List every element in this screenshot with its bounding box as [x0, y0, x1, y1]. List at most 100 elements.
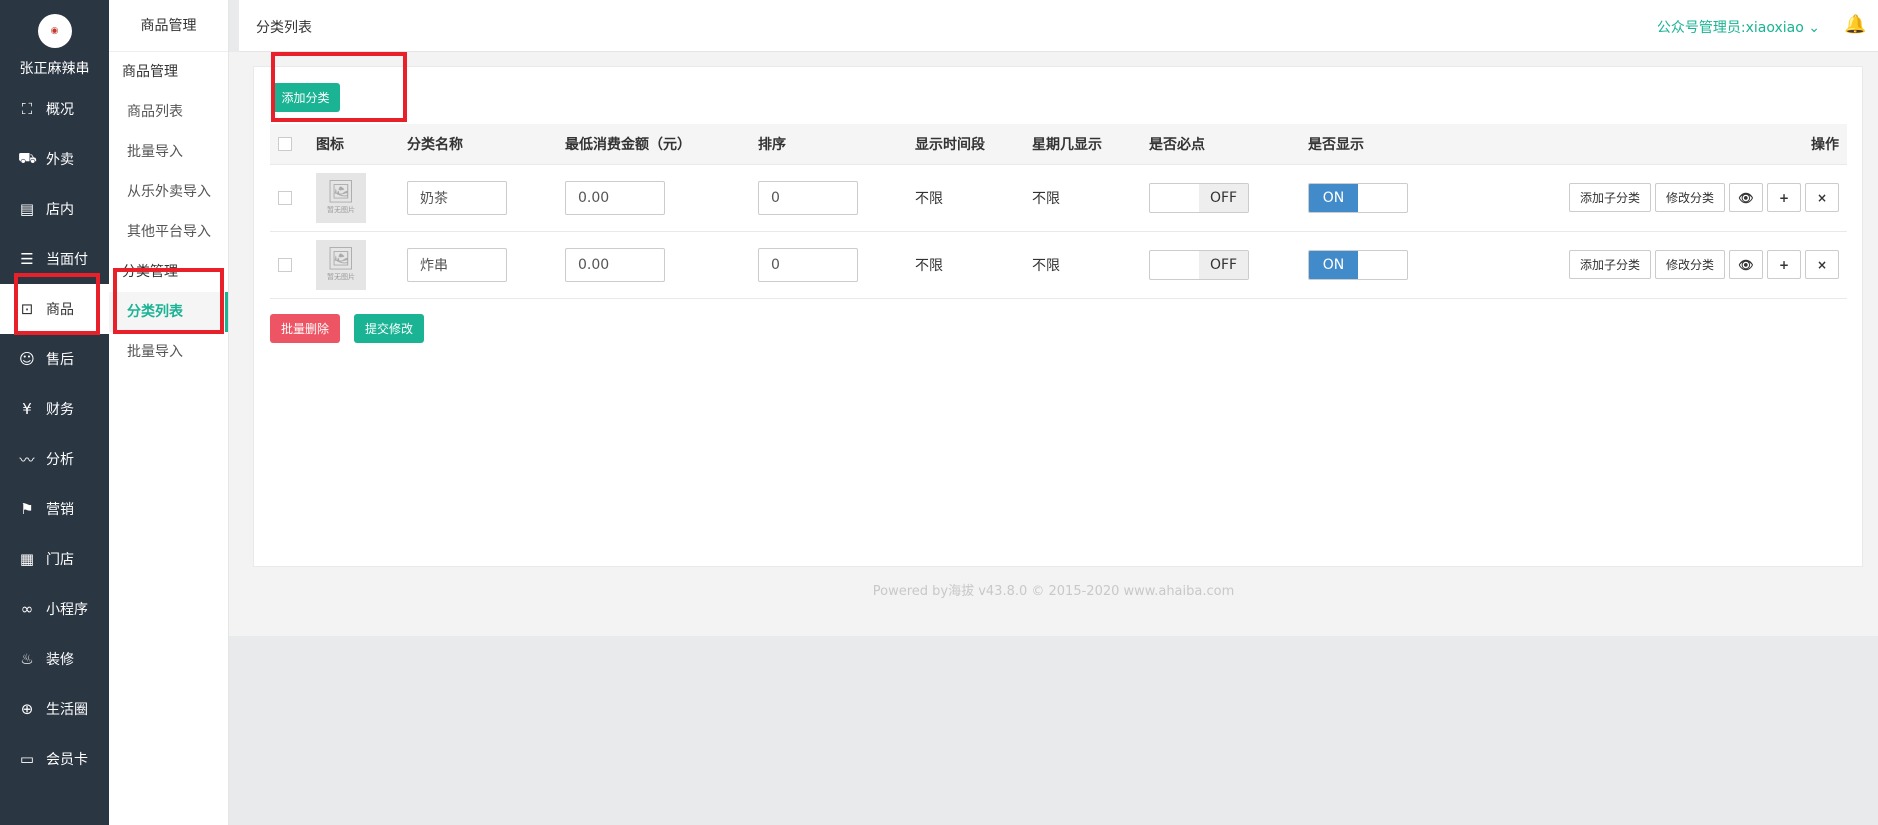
brand: ◉ 张正麻辣串: [0, 0, 109, 84]
subnav-group-category: 分类管理: [122, 264, 178, 280]
toggle-on-label: ON: [1309, 250, 1358, 279]
nav-item-label: 商品: [46, 302, 74, 318]
nav-item-bill[interactable]: ☰ 当面付: [0, 234, 109, 284]
time-range-cell: 不限: [915, 164, 1032, 232]
nav-item-overview[interactable]: ⛶ 概况: [0, 84, 109, 134]
subnav-item-batch-import[interactable]: 批量导入: [109, 132, 228, 172]
nav-item-shop[interactable]: ▦ 门店: [0, 534, 109, 584]
yen-icon: ¥: [22, 400, 32, 418]
bag-icon: ⊡: [20, 300, 34, 318]
row-checkbox[interactable]: [278, 257, 292, 272]
subnav-item-goods-list[interactable]: 商品列表: [109, 92, 228, 132]
category-table: 图标 分类名称 最低消费金额（元） 排序 显示时间段 星期几显示 是否必点 是否…: [270, 124, 1847, 299]
add-subcategory-button[interactable]: 添加子分类: [1568, 183, 1651, 212]
page-title: 分类列表: [256, 20, 312, 36]
plus-icon[interactable]: +: [1767, 250, 1801, 279]
submit-changes-button[interactable]: 提交修改: [354, 314, 424, 343]
nav-item-service[interactable]: ☺ 售后: [0, 334, 109, 384]
eye-icon[interactable]: 👁: [1729, 183, 1763, 212]
sort-input[interactable]: [758, 247, 858, 282]
col-min-amount: 最低消费金额（元）: [565, 124, 758, 165]
card-icon: ▭: [19, 750, 35, 768]
nav-item-label: 生活圈: [46, 702, 88, 718]
toggle-blank: [1150, 251, 1199, 279]
top-header: 分类列表 公众号管理员:xiaoxiao ⌄ 🔔: [239, 0, 1878, 52]
col-sort: 排序: [758, 124, 915, 165]
nav-item-fire[interactable]: ♨ 装修: [0, 634, 109, 684]
add-category-button[interactable]: 添加分类: [271, 83, 340, 112]
subnav-item-category-list[interactable]: 分类列表: [109, 292, 228, 332]
min-amount-input[interactable]: [565, 247, 665, 282]
toggle-blank: [1150, 184, 1199, 212]
nav-item-label: 财务: [46, 402, 74, 418]
plus-icon[interactable]: +: [1767, 183, 1801, 212]
image-placeholder-icon: 🖼: [327, 246, 355, 272]
sort-input[interactable]: [758, 180, 858, 215]
row-checkbox[interactable]: [278, 190, 292, 205]
nav-item-label: 营销: [46, 502, 74, 518]
globe-icon: ⊕: [20, 700, 34, 718]
add-subcategory-button[interactable]: 添加子分类: [1568, 250, 1651, 279]
nav-item-label: 装修: [46, 652, 74, 668]
close-icon[interactable]: ×: [1805, 250, 1839, 279]
category-name-input[interactable]: [407, 180, 507, 215]
visible-toggle[interactable]: ON: [1308, 249, 1408, 280]
nav-item-bag[interactable]: ⊡ 商品: [0, 284, 109, 334]
image-placeholder-text: 暂无图片: [327, 272, 355, 281]
flag-icon: ⚑: [20, 500, 34, 518]
col-time: 显示时间段: [915, 124, 1032, 165]
nav-item-label: 售后: [46, 352, 74, 368]
nav-item-chart[interactable]: 〰分析: [0, 434, 109, 484]
batch-delete-button[interactable]: 批量删除: [270, 314, 340, 343]
chart-icon: 〰: [19, 450, 35, 469]
overview-icon: ⛶: [21, 100, 33, 118]
category-name-input[interactable]: [407, 247, 507, 282]
col-icon: 图标: [316, 124, 407, 165]
shop-icon: ▦: [19, 550, 35, 568]
fire-icon: ♨: [20, 650, 34, 668]
nav-item-globe[interactable]: ⊕ 生活圈: [0, 684, 109, 734]
subnav-item-import-other[interactable]: 其他平台导入: [109, 212, 228, 252]
subnav-item-category-import[interactable]: 批量导入: [109, 332, 228, 372]
image-placeholder-text: 暂无图片: [327, 205, 355, 214]
store-logo: ◉: [37, 14, 72, 48]
nav-item-store[interactable]: ▤ 店内: [0, 184, 109, 234]
nav-item-label: 当面付: [46, 252, 88, 268]
min-amount-input[interactable]: [565, 180, 665, 215]
required-toggle[interactable]: OFF: [1149, 182, 1249, 213]
eye-icon[interactable]: 👁: [1729, 250, 1763, 279]
category-image: 🖼 暂无图片: [316, 172, 366, 223]
category-image: 🖼 暂无图片: [316, 239, 366, 290]
table-row: 🖼暂无图片 不限 不限 OFF ON 添加子分类 修改分类 👁 + ×: [270, 164, 1847, 232]
subnav-item-import-lewaimai[interactable]: 从乐外卖导入: [109, 172, 228, 212]
service-icon: ☺: [19, 350, 35, 368]
edit-category-button[interactable]: 修改分类: [1654, 250, 1725, 279]
nav-item-card[interactable]: ▭ 会员卡: [0, 734, 109, 784]
weekday-cell: 不限: [1032, 164, 1149, 232]
footer: Powered by海拔 v43.8.0 © 2015-2020 www.aha…: [872, 584, 1235, 599]
nav-item-label: 会员卡: [46, 752, 88, 768]
nav-item-flag[interactable]: ⚑ 营销: [0, 484, 109, 534]
main-sidebar: ◉ 张正麻辣串 ⛶ 概况 ⛟ 外卖 ▤ 店内 ☰ 当面付 ⊡ 商品 ☺ 售后 ¥ 财务〰分析 ⚑ 营销 ▦ 门店 ∞…: [0, 0, 109, 825]
required-toggle[interactable]: OFF: [1149, 249, 1249, 280]
col-required: 是否必点: [1149, 124, 1308, 165]
toggle-on-label: ON: [1309, 183, 1358, 212]
select-all-checkbox[interactable]: [278, 136, 292, 151]
nav-item-miniapp[interactable]: ∞ 小程序: [0, 584, 109, 634]
store-icon: ▤: [19, 200, 35, 218]
nav-item-label: 分析: [46, 452, 74, 468]
visible-toggle[interactable]: ON: [1308, 182, 1408, 213]
toggle-blank: [1358, 251, 1407, 279]
sub-sidebar: 商品管理 商品管理 商品列表 批量导入 从乐外卖导入 其他平台导入 分类管理 分…: [109, 0, 229, 825]
edit-category-button[interactable]: 修改分类: [1654, 183, 1725, 212]
store-name: 张正麻辣串: [19, 61, 90, 77]
close-icon[interactable]: ×: [1805, 183, 1839, 212]
toggle-off-label: OFF: [1199, 250, 1248, 279]
admin-menu[interactable]: 公众号管理员:xiaoxiao ⌄: [1657, 17, 1820, 37]
nav-item-label: 小程序: [46, 602, 88, 618]
nav-item-delivery[interactable]: ⛟ 外卖: [0, 134, 109, 184]
bell-icon[interactable]: 🔔: [1844, 14, 1866, 35]
nav-item-yen[interactable]: ¥ 财务: [0, 384, 109, 434]
nav-item-label: 店内: [46, 202, 74, 218]
col-name: 分类名称: [407, 124, 565, 165]
